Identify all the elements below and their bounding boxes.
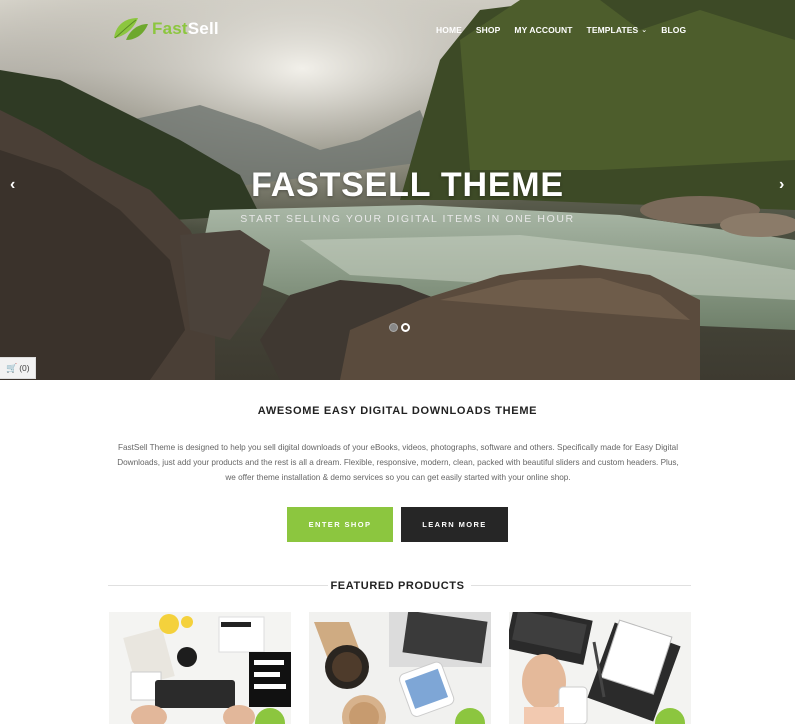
logo-text-fast: Fast bbox=[152, 19, 188, 38]
intro-heading: AWESOME EASY DIGITAL DOWNLOADS THEME bbox=[257, 405, 538, 417]
product-card-3[interactable] bbox=[509, 612, 691, 724]
product-image-1 bbox=[109, 612, 291, 724]
intro-text: FastSell Theme is designed to help you s… bbox=[117, 443, 679, 482]
leaf-icon bbox=[114, 18, 148, 40]
logo-text-sell: Sell bbox=[187, 19, 219, 38]
slider-dot-1[interactable] bbox=[389, 323, 398, 332]
learn-more-button[interactable]: LEARN MORE bbox=[401, 507, 508, 542]
site-logo[interactable]: FastSell bbox=[112, 16, 219, 42]
nav-templates-label: TEMPLATES bbox=[586, 25, 639, 35]
slider-next-arrow-icon[interactable]: › bbox=[779, 176, 784, 194]
hero-slider: FastSell HOME SHOP MY ACCOUNT TEMPLATES ⌄… bbox=[0, 0, 795, 380]
enter-shop-button[interactable]: ENTER SHOP bbox=[287, 507, 393, 542]
chevron-down-icon: ⌄ bbox=[641, 27, 648, 34]
nav-shop[interactable]: SHOP bbox=[476, 25, 501, 35]
slider-pagination bbox=[389, 323, 413, 332]
featured-products-heading: FEATURED PRODUCTS bbox=[330, 580, 465, 592]
product-image-2 bbox=[309, 612, 491, 724]
slider-dot-2[interactable] bbox=[401, 323, 410, 332]
cart-icon: 🛒 bbox=[6, 362, 18, 373]
main-nav: HOME SHOP MY ACCOUNT TEMPLATES ⌄ BLOG bbox=[436, 25, 700, 35]
cart-widget[interactable]: 🛒 (0) bbox=[0, 357, 36, 379]
nav-blog[interactable]: BLOG bbox=[661, 25, 686, 35]
hero-title: FASTSELL THEME bbox=[251, 166, 564, 204]
nav-home[interactable]: HOME bbox=[436, 25, 462, 35]
logo-text: FastSell bbox=[152, 19, 219, 39]
product-image-3 bbox=[509, 612, 691, 724]
slider-prev-arrow-icon[interactable]: ‹ bbox=[10, 176, 15, 194]
product-card-1[interactable] bbox=[109, 612, 291, 724]
nav-templates[interactable]: TEMPLATES ⌄ bbox=[587, 25, 648, 35]
nav-my-account[interactable]: MY ACCOUNT bbox=[514, 25, 572, 35]
hero-subtitle: START SELLING YOUR DIGITAL ITEMS IN ONE … bbox=[240, 213, 575, 225]
cart-count: (0) bbox=[19, 363, 30, 373]
product-card-2[interactable] bbox=[309, 612, 491, 724]
